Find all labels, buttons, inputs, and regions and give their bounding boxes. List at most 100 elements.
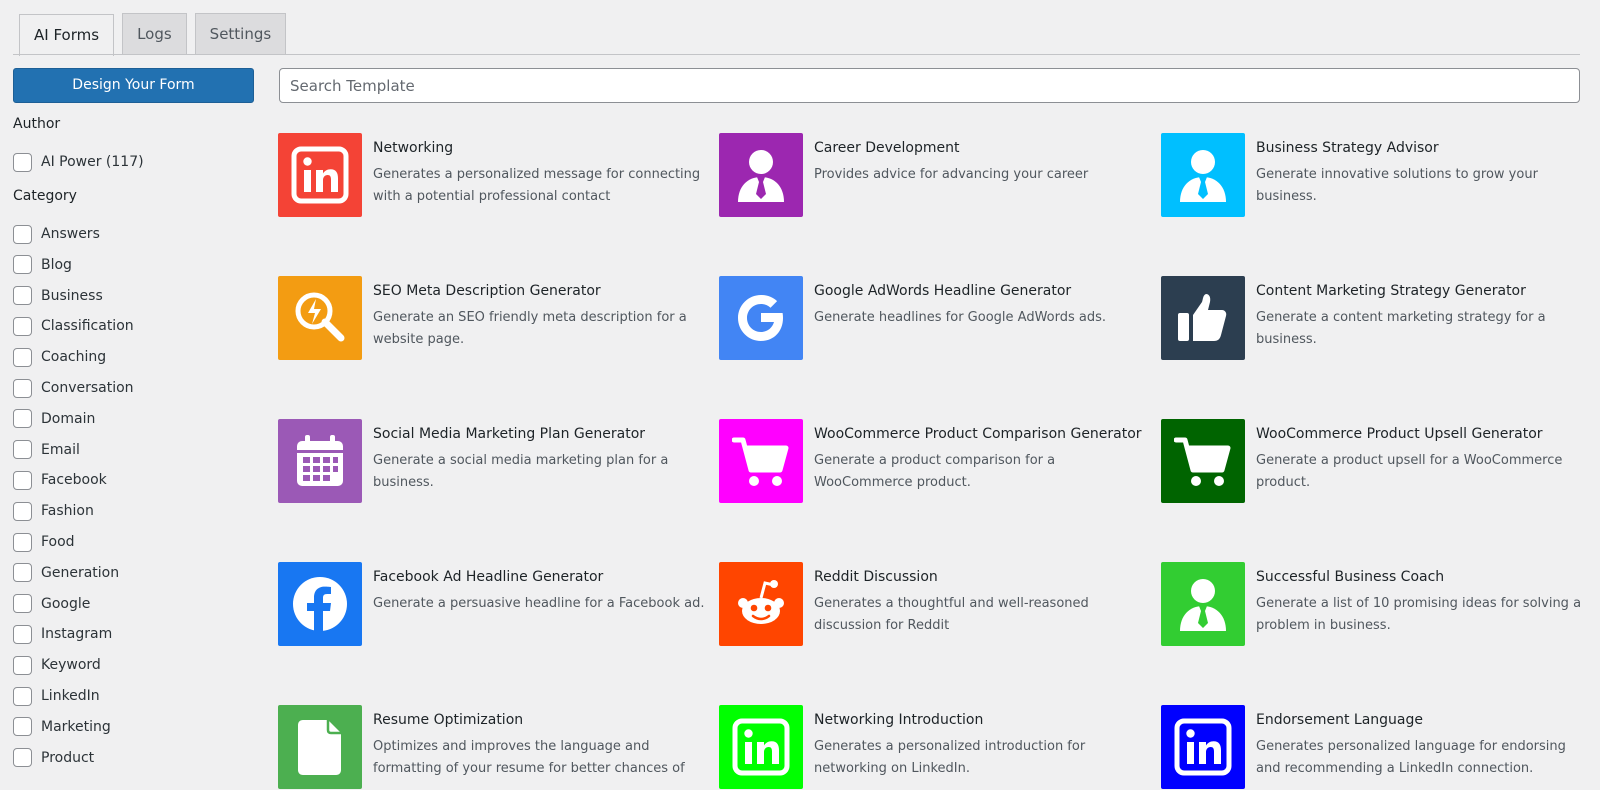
category-filter-domain[interactable]: Domain <box>13 409 95 429</box>
category-filter-label: Domain <box>41 410 96 427</box>
search-template-input[interactable] <box>279 68 1580 103</box>
reddit-icon <box>719 562 803 646</box>
category-checkbox[interactable] <box>13 748 32 768</box>
template-title[interactable]: Career Development <box>814 137 1154 159</box>
category-checkbox[interactable] <box>13 255 32 275</box>
category-filter-conversation[interactable]: Conversation <box>13 378 134 398</box>
category-checkbox[interactable] <box>13 378 32 398</box>
template-card[interactable]: Reddit Discussion Generates a thoughtful … <box>719 562 1149 646</box>
category-filter-label: Google <box>41 595 91 612</box>
seo-search-icon <box>278 276 362 360</box>
category-filter-instagram[interactable]: Instagram <box>13 624 112 644</box>
template-description: Generate a social media marketing plan f… <box>373 453 669 490</box>
category-filter-label: Blog <box>41 256 72 273</box>
template-description: Generate an SEO friendly meta descriptio… <box>373 310 687 347</box>
category-filter-product[interactable]: Product <box>13 748 94 768</box>
category-filter-generation[interactable]: Generation <box>13 563 119 583</box>
category-checkbox[interactable] <box>13 440 32 460</box>
template-card[interactable]: Content Marketing Strategy Generator Gene… <box>1161 276 1591 360</box>
template-title[interactable]: SEO Meta Description Generator <box>373 280 713 302</box>
author-checkbox[interactable] <box>13 152 32 172</box>
template-title[interactable]: Google AdWords Headline Generator <box>814 280 1154 302</box>
template-description: Generates a personalized message for con… <box>373 167 701 204</box>
template-card[interactable]: Resume Optimization Optimizes and improve… <box>278 705 708 789</box>
category-filter-label: Email <box>41 441 80 458</box>
category-filter-linkedin[interactable]: LinkedIn <box>13 686 100 706</box>
template-title[interactable]: Networking <box>373 137 713 159</box>
category-heading: Category <box>13 188 77 204</box>
design-your-form-button[interactable]: Design Your Form <box>13 68 254 103</box>
category-checkbox[interactable] <box>13 686 32 706</box>
category-checkbox[interactable] <box>13 470 32 490</box>
category-checkbox[interactable] <box>13 286 32 306</box>
category-filter-keyword[interactable]: Keyword <box>13 655 101 675</box>
template-title[interactable]: Reddit Discussion <box>814 566 1154 588</box>
tab-settings[interactable]: Settings <box>194 13 287 55</box>
businessman-icon <box>719 133 803 217</box>
template-title[interactable]: Content Marketing Strategy Generator <box>1256 280 1596 302</box>
category-filter-business[interactable]: Business <box>13 286 103 306</box>
template-card[interactable]: WooCommerce Product Upsell Generator Gene… <box>1161 419 1591 503</box>
category-checkbox[interactable] <box>13 501 32 521</box>
template-card[interactable]: Successful Business Coach Generate a list… <box>1161 562 1591 646</box>
template-card[interactable]: Endorsement Language Generates personaliz… <box>1161 705 1591 789</box>
template-card[interactable]: SEO Meta Description Generator Generate a… <box>278 276 708 360</box>
author-heading: Author <box>13 116 61 132</box>
template-card[interactable]: Facebook Ad Headline Generator Generate a… <box>278 562 708 646</box>
category-checkbox[interactable] <box>13 624 32 644</box>
category-filter-label: Product <box>41 749 95 766</box>
template-title[interactable]: Endorsement Language <box>1256 709 1596 731</box>
category-filter-classification[interactable]: Classification <box>13 316 134 336</box>
category-filter-label: Classification <box>41 318 134 335</box>
template-title[interactable]: Facebook Ad Headline Generator <box>373 566 713 588</box>
category-filter-label: Food <box>41 534 75 550</box>
category-filter-facebook[interactable]: Facebook <box>13 470 107 490</box>
category-filter-email[interactable]: Email <box>13 440 80 460</box>
category-checkbox[interactable] <box>13 532 32 552</box>
category-filter-fashion[interactable]: Fashion <box>13 501 94 521</box>
template-title[interactable]: Resume Optimization <box>373 709 713 731</box>
category-checkbox[interactable] <box>13 316 32 336</box>
template-description: Generate a product comparison for a WooC… <box>814 453 1056 490</box>
template-card[interactable]: Google AdWords Headline Generator Generat… <box>719 276 1149 360</box>
template-card[interactable]: Business Strategy Advisor Generate innova… <box>1161 133 1591 217</box>
category-filter-blog[interactable]: Blog <box>13 255 72 275</box>
category-filter-marketing[interactable]: Marketing <box>13 717 111 737</box>
template-description: Provides advice for advancing your caree… <box>814 167 1089 182</box>
template-title[interactable]: Successful Business Coach <box>1256 566 1596 588</box>
category-checkbox[interactable] <box>13 594 32 614</box>
category-filter-label: Marketing <box>41 718 111 735</box>
template-description: Generate headlines for Google AdWords ad… <box>814 310 1107 325</box>
template-title[interactable]: WooCommerce Product Comparison Generator <box>814 423 1154 445</box>
template-title[interactable]: WooCommerce Product Upsell Generator <box>1256 423 1596 445</box>
author-filter-ai-power[interactable]: AI Power (117) <box>13 152 144 172</box>
category-checkbox[interactable] <box>13 224 32 244</box>
category-checkbox[interactable] <box>13 347 32 367</box>
template-title[interactable]: Networking Introduction <box>814 709 1154 731</box>
category-filter-google[interactable]: Google <box>13 594 90 614</box>
template-title[interactable]: Business Strategy Advisor <box>1256 137 1596 159</box>
template-card[interactable]: Social Media Marketing Plan Generator Gen… <box>278 419 708 503</box>
template-description: Generates a thoughtful and well-reasoned… <box>814 596 1089 633</box>
template-card[interactable]: Career Development Provides advice for ad… <box>719 133 1149 217</box>
template-card[interactable]: Networking Generates a personalized messa… <box>278 133 708 217</box>
tab-logs[interactable]: Logs <box>122 13 187 55</box>
template-title[interactable]: Social Media Marketing Plan Generator <box>373 423 713 445</box>
document-icon <box>278 705 362 789</box>
category-checkbox[interactable] <box>13 717 32 737</box>
category-filter-food[interactable]: Food <box>13 532 75 552</box>
template-card[interactable]: WooCommerce Product Comparison Generator… <box>719 419 1149 503</box>
category-checkbox[interactable] <box>13 409 32 429</box>
businessman-icon <box>1161 562 1245 646</box>
tabs-divider <box>13 54 1580 55</box>
template-card[interactable]: Networking Introduction Generates a perso… <box>719 705 1149 789</box>
category-filter-label: Facebook <box>41 472 107 489</box>
category-filter-coaching[interactable]: Coaching <box>13 347 106 367</box>
category-filter-answers[interactable]: Answers <box>13 224 100 244</box>
tab-bar: AI Forms Logs Settings <box>19 13 287 56</box>
tab-ai-forms[interactable]: AI Forms <box>19 14 115 56</box>
category-filter-label: Instagram <box>41 626 113 643</box>
category-checkbox[interactable] <box>13 563 32 583</box>
google-icon <box>719 276 803 360</box>
category-checkbox[interactable] <box>13 655 32 675</box>
